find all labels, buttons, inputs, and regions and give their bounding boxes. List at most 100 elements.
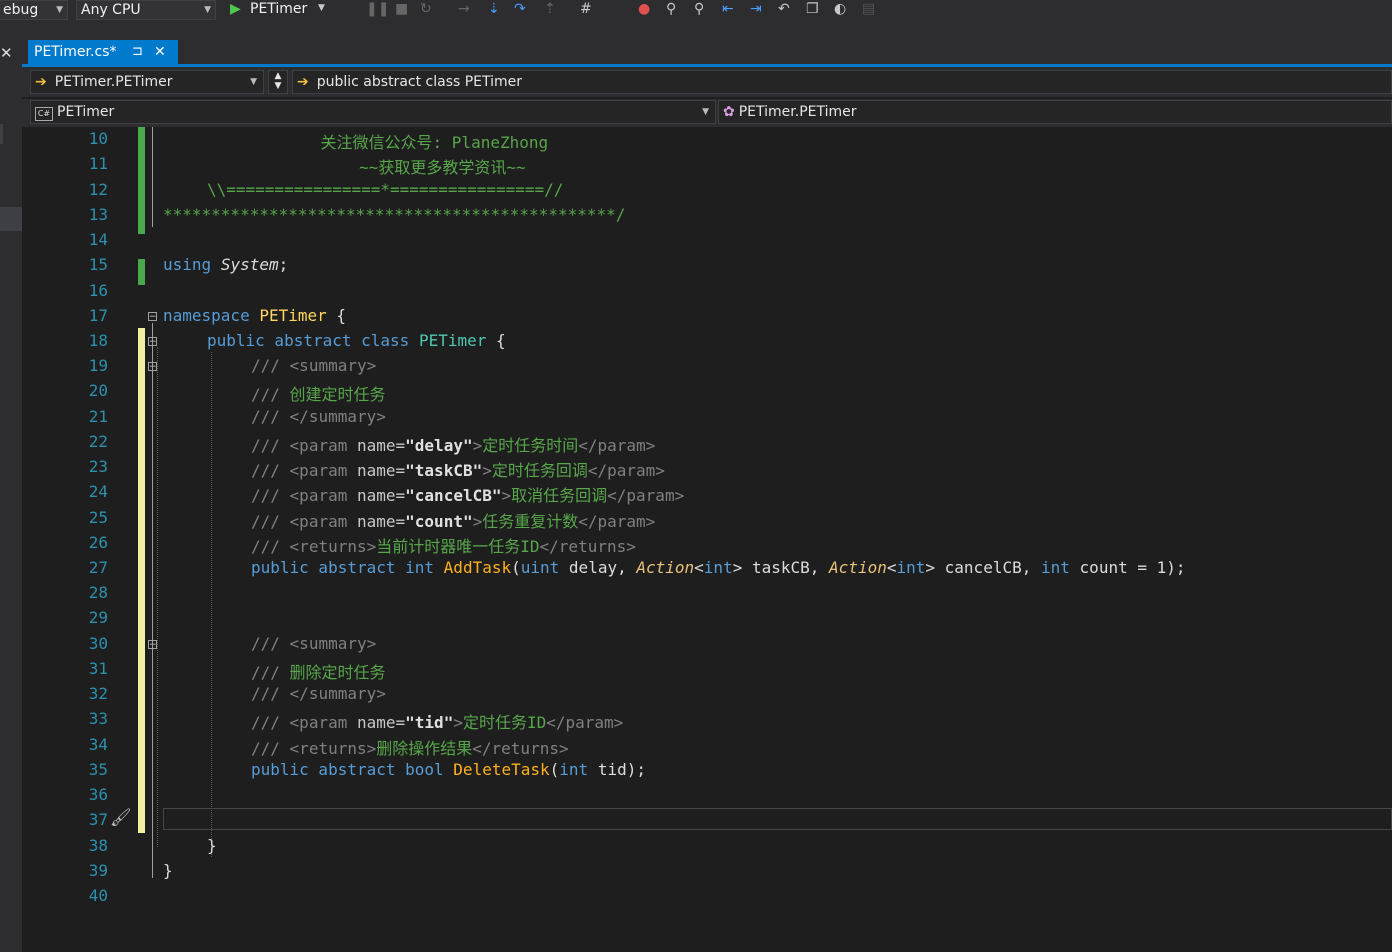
undo-icon[interactable]: ↶ [778,1,790,17]
navigation-bar: ➔ PETimer.PETimer ▼ ▲ ▼ ➔ public abstract c… [22,67,1392,97]
doc-prefix: /// [251,663,280,682]
line-number: 28 [88,583,108,602]
comment-icon[interactable]: ▤ [862,1,875,17]
platform-dropdown[interactable]: Any CPU ▼ [76,0,216,20]
step-into-icon[interactable]: ⇣ [488,1,500,17]
code-line-35: public abstract bool DeleteTask(int tid)… [251,760,646,779]
close-icon[interactable]: ✕ [0,44,13,62]
chevron-down-icon: ▼ [56,5,63,15]
window-icon[interactable]: ❐ [806,1,819,17]
action-type: Action [829,558,887,577]
doc-prefix: /// [251,407,280,426]
left-panel-handle[interactable] [0,124,3,144]
close-icon[interactable]: ✕ [154,40,166,64]
doc-prefix: /// [251,713,280,732]
hex-display-icon[interactable]: # [580,1,592,17]
stop-icon[interactable]: ■ [395,1,408,17]
namespace-system: System [220,255,279,274]
collapse-namespace-icon[interactable]: − [148,312,157,322]
returns-text: 当前计时器唯一任务ID [376,537,540,556]
namespace-keyword: namespace [163,306,250,325]
param-text: 定时任务时间 [482,436,579,455]
step-out-icon[interactable]: ⇡ [544,1,556,17]
line-number: 11 [88,154,108,173]
param-tid: tid); [597,760,646,779]
solution-config-dropdown[interactable]: ebug ▼ [0,0,68,20]
doc-prefix: /// [251,739,280,758]
code-line-23: /// <param name="taskCB">定时任务回调</param> [251,461,665,480]
doc-prefix: /// [251,634,280,653]
generic-int: int [896,558,926,577]
code-line-21: /// </summary> [251,407,386,426]
project-dropdown[interactable]: C# PETimer ▼ [30,100,716,124]
start-target-label[interactable]: PETimer [250,1,307,17]
toggle-icon[interactable]: ◐ [834,1,846,17]
line-number: 20 [88,381,108,400]
left-panel-tab[interactable] [0,207,22,231]
param-text: 取消任务回调 [511,486,608,505]
method-modifiers: public abstract bool [251,760,444,779]
param-text: 定时任务回调 [491,461,588,480]
code-line-24: /// <param name="cancelCB">取消任务回调</param… [251,486,685,505]
code-line-34: /// <returns>删除操作结果</returns> [251,739,569,758]
line-number: 19 [88,356,108,375]
scope-spinner[interactable]: ▲ ▼ [268,70,288,94]
param-type: int [1041,558,1070,577]
returns-text: 删除操作结果 [376,739,473,758]
restart-icon[interactable]: ↻ [420,1,432,17]
pause-icon[interactable]: ❚❚ [366,1,389,17]
param-name: "tid" [405,713,454,732]
code-line-33: /// <param name="tid">定时任务ID</param> [251,713,624,732]
start-debug-icon[interactable]: ▶ [230,1,241,17]
project-navigation-bar: C# PETimer ▼ ✿ PETimer.PETimer [22,99,1392,127]
type-scope-dropdown[interactable]: ➔ PETimer.PETimer ▼ [30,70,264,94]
tab-petimer-cs[interactable]: PETimer.cs* ⊐ ✕ [28,40,178,64]
param-text: 定时任务ID [462,713,547,732]
saved-change-bar [138,259,145,285]
pin-icon[interactable]: ⊐ [132,40,143,64]
find-icon[interactable]: ⚲ [666,1,676,17]
code-line-39: } [163,861,173,880]
line-number: 27 [88,558,108,577]
line-number: 13 [88,205,108,224]
show-next-statement-icon[interactable]: → [458,1,470,17]
member-scope-dropdown[interactable]: ➔ public abstract class PETimer [292,70,1392,94]
project-value: PETimer [57,104,115,120]
code-editor[interactable]: − − − − 10 11 12 13 14 15 16 17 18 19 20… [30,127,1392,952]
line-number: 35 [88,760,108,779]
code-line-26: /// <returns>当前计时器唯一任务ID</returns> [251,537,636,556]
doc-text: 创建定时任务 [289,385,386,404]
quick-find-icon[interactable]: ⚲ [694,1,704,17]
param-cancelcb: cancelCB, [944,558,1032,577]
breakpoints-icon[interactable]: ● [638,1,650,17]
line-number: 39 [88,861,108,880]
line-number: 33 [88,709,108,728]
param-type: int [559,760,589,779]
code-line-30: /// <summary> [251,634,376,653]
class-modifiers: public abstract class [207,331,410,350]
current-line-highlight [163,808,1392,830]
line-number: 21 [88,407,108,426]
class-icon: ✿ [723,104,735,120]
line-number: 12 [88,180,108,199]
doc-text: 删除定时任务 [289,663,386,682]
next-bookmark-icon[interactable]: ⇥ [750,1,762,17]
line-number: 10 [88,129,108,148]
doc-prefix: /// [251,436,280,455]
code-line-18: public abstract class PETimer { [207,331,506,350]
line-number: 32 [88,684,108,703]
class-scope-dropdown[interactable]: ✿ PETimer.PETimer [718,100,1392,124]
param-count: count = 1); [1079,558,1186,577]
line-number: 34 [88,735,108,754]
line-number: 40 [88,886,108,905]
param-name: "taskCB" [405,461,483,480]
param-delay: delay, [568,558,627,577]
doc-tag: <summary> [289,356,377,375]
previous-bookmark-icon[interactable]: ⇤ [722,1,734,17]
indent-guide [211,352,212,857]
code-line-25: /// <param name="count">任务重复计数</param> [251,512,656,531]
chevron-down-icon[interactable]: ▼ [318,3,325,13]
quick-actions-brush-icon[interactable]: 🖌 [110,808,132,828]
line-number: 36 [88,785,108,804]
step-over-icon[interactable]: ↷ [514,1,526,17]
